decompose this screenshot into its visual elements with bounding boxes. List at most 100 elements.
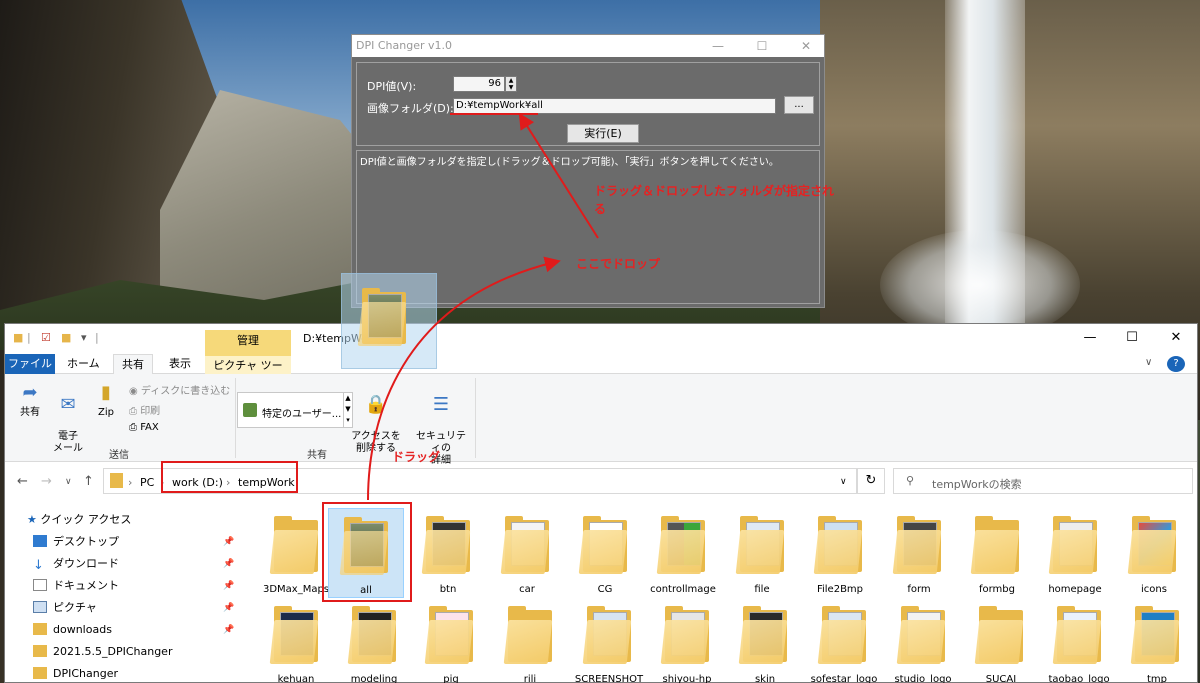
- folder-item[interactable]: CG: [567, 516, 643, 595]
- folder-icon: [892, 516, 943, 574]
- nav-item-pictures[interactable]: ピクチャ: [33, 598, 97, 618]
- nav-item-quick-access[interactable]: ★ クイック アクセス: [27, 510, 131, 530]
- folder-item[interactable]: shiyou-hp: [649, 606, 725, 683]
- minimize-icon[interactable]: —: [704, 37, 732, 55]
- security-list-icon: ☰: [432, 394, 450, 415]
- folder-icon: [813, 516, 864, 574]
- email-button[interactable]: ✉ 電子 メール: [51, 382, 85, 455]
- close-icon[interactable]: ✕: [1161, 330, 1191, 345]
- annotation-folder-box: [322, 502, 412, 602]
- specific-users-list[interactable]: 特定のユーザー...: [237, 392, 349, 428]
- tab-view[interactable]: 表示: [161, 354, 199, 374]
- chevron-down-icon[interactable]: ∨: [840, 477, 847, 487]
- folder-item[interactable]: icons: [1116, 516, 1192, 595]
- share-icon: ➦: [22, 382, 38, 403]
- share-group-label: 共有: [307, 450, 327, 461]
- maximize-icon[interactable]: ☐: [748, 37, 776, 55]
- breadcrumb-pc[interactable]: PC: [140, 476, 154, 489]
- folder-icon: [735, 516, 786, 574]
- nav-item-2021-dpichanger[interactable]: 2021.5.5_DPIChanger: [33, 642, 172, 662]
- search-input[interactable]: ⚲ tempWorkの検索: [893, 468, 1193, 494]
- folder-icon: [424, 606, 475, 664]
- folder-icon: [357, 288, 408, 346]
- folder-icon: [738, 606, 789, 664]
- folder-icon: [817, 606, 868, 664]
- zip-button[interactable]: ▮ Zip: [93, 382, 119, 419]
- folder-item[interactable]: SUCAI: [963, 606, 1039, 683]
- folder-icon: [1127, 516, 1178, 574]
- nav-item-dpichanger[interactable]: DPIChanger: [33, 664, 118, 683]
- pin-icon: 📌: [223, 625, 235, 635]
- folder-icon: [1052, 606, 1103, 664]
- explorer-titlebar[interactable]: ■ | ☑ ■ ▾ | 管理 D:¥tempWork — ☐ ✕: [5, 324, 1197, 354]
- tab-share[interactable]: 共有: [113, 354, 153, 375]
- folder-item[interactable]: tmp: [1119, 606, 1195, 683]
- nav-item-downloads-folder[interactable]: downloads: [33, 620, 112, 640]
- chevron-down-icon[interactable]: ▾: [81, 331, 87, 344]
- search-icon: ⚲: [906, 474, 915, 487]
- folder-item[interactable]: pig: [413, 606, 489, 683]
- tab-manage[interactable]: 管理: [205, 330, 291, 354]
- help-icon[interactable]: ?: [1167, 356, 1185, 372]
- folder-item[interactable]: skin: [727, 606, 803, 683]
- dpi-label: DPI値(V):: [367, 80, 417, 93]
- folder-icon: [660, 606, 711, 664]
- ribbon-share: ➦ 共有 ✉ 電子 メール ▮ Zip ◉ ディスクに書き込む ⎙ 印刷 ⎙ F…: [5, 374, 1197, 466]
- folder-item[interactable]: sofestar_logo: [806, 606, 882, 683]
- folder-item[interactable]: SCREENSHOT: [571, 606, 647, 683]
- nav-item-desktop[interactable]: デスクトップ: [33, 532, 119, 552]
- forward-icon[interactable]: →: [41, 474, 52, 489]
- annotation-folder-set-text: ドラッグ＆ドロップしたフォルダが指定され: [594, 184, 835, 198]
- new-folder-icon[interactable]: ■: [61, 331, 71, 344]
- nav-item-documents[interactable]: ドキュメント: [33, 576, 119, 596]
- folder-item[interactable]: file: [724, 516, 800, 595]
- folder-icon: [896, 606, 947, 664]
- properties-icon[interactable]: ☑: [41, 331, 51, 344]
- share-button[interactable]: ➦ 共有: [15, 382, 45, 419]
- folder-input[interactable]: D:¥tempWork¥all: [453, 98, 776, 114]
- browse-button[interactable]: ...: [784, 96, 814, 114]
- folder-icon: [503, 606, 554, 664]
- zip-icon: ▮: [101, 382, 111, 403]
- burn-disc-button[interactable]: ◉ ディスクに書き込む: [129, 382, 230, 397]
- dpi-titlebar[interactable]: DPI Changer v1.0 — ☐ ✕: [352, 35, 824, 57]
- ribbon-divider: [235, 378, 236, 458]
- folder-icon: [582, 606, 633, 664]
- folder-item[interactable]: controllmage: [645, 516, 721, 595]
- file-explorer-window: ■ | ☑ ■ ▾ | 管理 D:¥tempWork — ☐ ✕ ファイル ホー…: [4, 323, 1198, 683]
- remove-access-button[interactable]: 🔒 アクセスを 削除する: [351, 382, 401, 455]
- ribbon-tabs: ファイル ホーム 共有 表示 ピクチャ ツール ? ∨: [5, 354, 1197, 391]
- folder-item[interactable]: car: [489, 516, 565, 595]
- fax-button[interactable]: ⎙ FAX: [129, 422, 159, 433]
- folder-label: 画像フォルダ(D):: [367, 102, 454, 115]
- pin-icon: 📌: [223, 537, 235, 547]
- chevron-down-icon[interactable]: ∨: [1145, 357, 1152, 368]
- tab-file[interactable]: ファイル: [5, 354, 55, 374]
- tab-picture-tools[interactable]: ピクチャ ツール: [205, 354, 291, 391]
- folder-item[interactable]: modeling: [336, 606, 412, 683]
- folder-item[interactable]: formbg: [959, 516, 1035, 595]
- refresh-button[interactable]: ↻: [857, 468, 885, 494]
- send-group-label: 送信: [109, 450, 129, 461]
- folder-item[interactable]: rili: [492, 606, 568, 683]
- folder-item[interactable]: btn: [410, 516, 486, 595]
- chevron-down-icon[interactable]: ∨: [65, 477, 72, 487]
- close-icon[interactable]: ✕: [792, 37, 820, 55]
- up-icon[interactable]: ↑: [83, 474, 94, 489]
- folder-item[interactable]: File2Bmp: [802, 516, 878, 595]
- run-button[interactable]: 実行(E): [567, 124, 639, 143]
- folder-item[interactable]: homepage: [1037, 516, 1113, 595]
- tab-home[interactable]: ホーム: [59, 354, 108, 374]
- dpi-value-input[interactable]: 96: [453, 76, 505, 92]
- back-icon[interactable]: ←: [17, 474, 28, 489]
- nav-item-downloads[interactable]: ↓ ダウンロード: [33, 554, 119, 574]
- folder-item[interactable]: form: [881, 516, 957, 595]
- maximize-icon[interactable]: ☐: [1117, 330, 1147, 345]
- minimize-icon[interactable]: —: [1075, 330, 1105, 345]
- folder-icon: [33, 623, 47, 635]
- folder-item[interactable]: taobao_logo: [1041, 606, 1117, 683]
- dpi-spinner[interactable]: ▲ ▼: [505, 76, 517, 92]
- folder-item[interactable]: kehuan: [258, 606, 334, 683]
- folder-item[interactable]: studio_logo: [885, 606, 961, 683]
- print-button[interactable]: ⎙ 印刷: [129, 402, 160, 417]
